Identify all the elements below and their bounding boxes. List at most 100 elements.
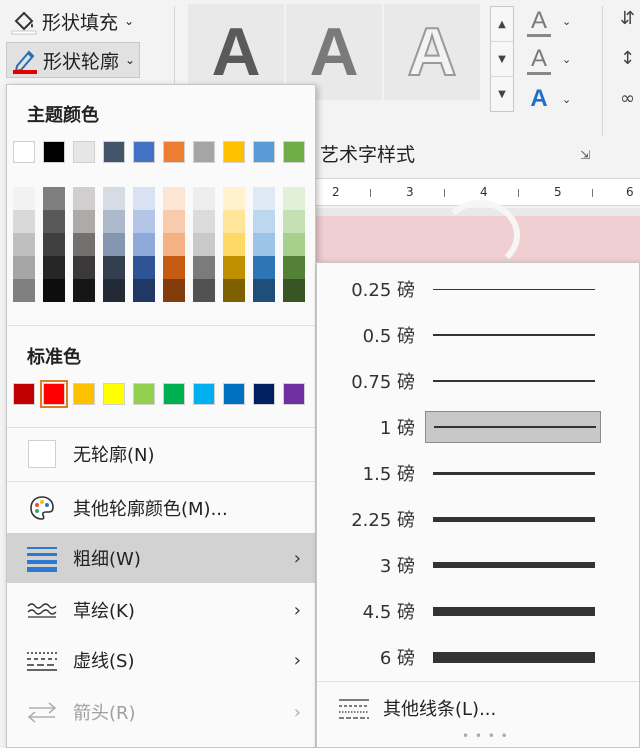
weight-option[interactable]: 0.75 磅 bbox=[325, 363, 635, 399]
theme-tint-swatch[interactable] bbox=[73, 233, 95, 256]
theme-tint-swatch[interactable] bbox=[163, 187, 185, 210]
theme-color-swatch[interactable] bbox=[253, 141, 275, 163]
theme-tint-swatch[interactable] bbox=[283, 256, 305, 279]
sketched-item[interactable]: 草绘(K) › bbox=[7, 585, 315, 635]
theme-tint-swatch[interactable] bbox=[13, 256, 35, 279]
theme-tint-swatch[interactable] bbox=[13, 279, 35, 302]
standard-color-swatch[interactable] bbox=[73, 383, 95, 405]
standard-color-swatch[interactable] bbox=[163, 383, 185, 405]
theme-tint-swatch[interactable] bbox=[103, 233, 125, 256]
link-icon[interactable]: ∞ bbox=[620, 88, 640, 110]
theme-tint-swatch[interactable] bbox=[253, 187, 275, 210]
weight-option[interactable]: 3 磅 bbox=[325, 547, 635, 583]
arrows-item[interactable]: 箭头(R) › bbox=[7, 687, 315, 737]
weight-item[interactable]: 粗细(W) › bbox=[7, 533, 315, 583]
theme-color-swatch[interactable] bbox=[283, 141, 305, 163]
theme-tint-swatch[interactable] bbox=[103, 256, 125, 279]
weight-option[interactable]: 4.5 磅 bbox=[325, 593, 635, 629]
standard-color-swatch[interactable] bbox=[40, 380, 68, 408]
standard-color-swatch[interactable] bbox=[133, 383, 155, 405]
theme-tint-swatch[interactable] bbox=[13, 233, 35, 256]
theme-tint-swatch[interactable] bbox=[163, 256, 185, 279]
theme-tint-swatch[interactable] bbox=[73, 256, 95, 279]
standard-color-swatch[interactable] bbox=[13, 383, 35, 405]
more-outline-colors-item[interactable]: 其他轮廓颜色(M)... bbox=[7, 483, 315, 533]
weight-option[interactable]: 0.5 磅 bbox=[325, 317, 635, 353]
standard-color-swatch[interactable] bbox=[103, 383, 125, 405]
theme-color-swatch[interactable] bbox=[193, 141, 215, 163]
theme-tint-swatch[interactable] bbox=[253, 210, 275, 233]
theme-tint-swatch[interactable] bbox=[133, 233, 155, 256]
gallery-more-button[interactable]: ▼ bbox=[491, 77, 513, 111]
weight-option[interactable]: 1 磅 bbox=[325, 409, 635, 445]
more-lines-item[interactable]: 其他线条(L)... bbox=[317, 683, 639, 733]
gallery-up-button[interactable]: ▲ bbox=[491, 7, 513, 42]
theme-tint-swatch[interactable] bbox=[223, 279, 245, 302]
theme-tint-swatch[interactable] bbox=[133, 187, 155, 210]
resize-grip-icon[interactable]: • • • • bbox=[462, 729, 509, 743]
curve-shape[interactable] bbox=[440, 200, 520, 270]
theme-color-swatch[interactable] bbox=[43, 141, 65, 163]
theme-tint-swatch[interactable] bbox=[193, 279, 215, 302]
align-text-icon[interactable]: ↕ bbox=[620, 48, 640, 70]
theme-tint-swatch[interactable] bbox=[43, 279, 65, 302]
theme-tint-swatch[interactable] bbox=[103, 187, 125, 210]
theme-tint-swatch[interactable] bbox=[193, 256, 215, 279]
theme-tint-swatch[interactable] bbox=[253, 233, 275, 256]
theme-color-swatch[interactable] bbox=[223, 141, 245, 163]
theme-tint-swatch[interactable] bbox=[73, 187, 95, 210]
theme-tint-swatch[interactable] bbox=[43, 233, 65, 256]
theme-tint-swatch[interactable] bbox=[133, 279, 155, 302]
wordart-style-3[interactable]: A bbox=[384, 4, 480, 100]
dialog-launcher-icon[interactable]: ⇲ bbox=[580, 148, 590, 162]
no-outline-item[interactable]: 无轮廓(N) bbox=[7, 429, 315, 479]
theme-tint-swatch[interactable] bbox=[193, 233, 215, 256]
dashes-item[interactable]: 虚线(S) › bbox=[7, 635, 315, 685]
theme-color-swatch[interactable] bbox=[163, 141, 185, 163]
standard-color-swatch[interactable] bbox=[193, 383, 215, 405]
text-fill-button[interactable]: A ⌄ bbox=[524, 6, 580, 37]
theme-tint-swatch[interactable] bbox=[43, 256, 65, 279]
theme-tint-swatch[interactable] bbox=[283, 279, 305, 302]
theme-tint-swatch[interactable] bbox=[253, 279, 275, 302]
theme-tint-swatch[interactable] bbox=[253, 256, 275, 279]
theme-tint-swatch[interactable] bbox=[223, 210, 245, 233]
theme-tint-swatch[interactable] bbox=[283, 233, 305, 256]
theme-tint-swatch[interactable] bbox=[13, 187, 35, 210]
gallery-down-button[interactable]: ▼ bbox=[491, 42, 513, 77]
theme-tint-swatch[interactable] bbox=[73, 210, 95, 233]
standard-color-swatch[interactable] bbox=[253, 383, 275, 405]
shape-fill-button[interactable]: 形状填充 ⌄ bbox=[10, 6, 134, 36]
theme-tint-swatch[interactable] bbox=[283, 187, 305, 210]
theme-tint-swatch[interactable] bbox=[223, 187, 245, 210]
theme-tint-swatch[interactable] bbox=[193, 187, 215, 210]
theme-color-swatch[interactable] bbox=[13, 141, 35, 163]
theme-tint-swatch[interactable] bbox=[223, 233, 245, 256]
weight-option[interactable]: 6 磅 bbox=[325, 639, 635, 675]
theme-color-swatch[interactable] bbox=[133, 141, 155, 163]
theme-tint-swatch[interactable] bbox=[283, 210, 305, 233]
weight-option[interactable]: 0.25 磅 bbox=[325, 271, 635, 307]
theme-tint-swatch[interactable] bbox=[43, 210, 65, 233]
text-outline-button[interactable]: A ⌄ bbox=[524, 44, 580, 75]
theme-color-swatch[interactable] bbox=[103, 141, 125, 163]
standard-color-swatch[interactable] bbox=[223, 383, 245, 405]
shape-outline-button[interactable]: 形状轮廓 ⌄ bbox=[6, 42, 141, 78]
weight-option[interactable]: 1.5 磅 bbox=[325, 455, 635, 491]
theme-tint-swatch[interactable] bbox=[103, 279, 125, 302]
theme-tint-swatch[interactable] bbox=[163, 233, 185, 256]
theme-tint-swatch[interactable] bbox=[43, 187, 65, 210]
theme-tint-swatch[interactable] bbox=[13, 210, 35, 233]
theme-tint-swatch[interactable] bbox=[223, 256, 245, 279]
theme-tint-swatch[interactable] bbox=[163, 279, 185, 302]
standard-color-swatch[interactable] bbox=[283, 383, 305, 405]
text-effects-button[interactable]: A ⌄ bbox=[524, 84, 580, 114]
weight-option[interactable]: 2.25 磅 bbox=[325, 501, 635, 537]
theme-tint-swatch[interactable] bbox=[193, 210, 215, 233]
theme-color-swatch[interactable] bbox=[73, 141, 95, 163]
text-direction-icon[interactable]: ⇵ bbox=[620, 8, 640, 30]
theme-tint-swatch[interactable] bbox=[163, 210, 185, 233]
theme-tint-swatch[interactable] bbox=[73, 279, 95, 302]
theme-tint-swatch[interactable] bbox=[133, 210, 155, 233]
theme-tint-swatch[interactable] bbox=[103, 210, 125, 233]
